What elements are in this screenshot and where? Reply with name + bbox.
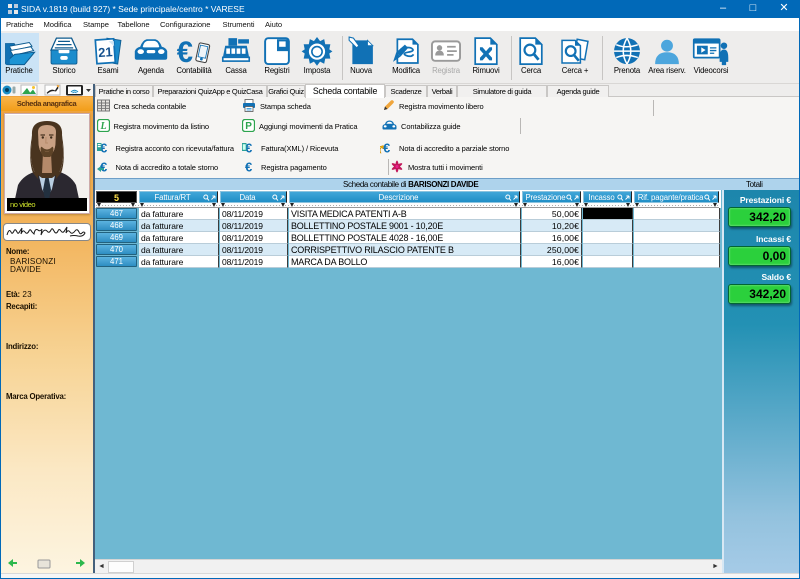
svg-text:€: €	[100, 160, 107, 173]
svg-text:21: 21	[98, 44, 113, 60]
svg-text:€: €	[383, 141, 390, 154]
svg-text:€: €	[177, 37, 193, 66]
svg-text:L: L	[99, 121, 106, 132]
svg-text:P: P	[245, 121, 252, 132]
svg-text:€: €	[245, 160, 252, 173]
